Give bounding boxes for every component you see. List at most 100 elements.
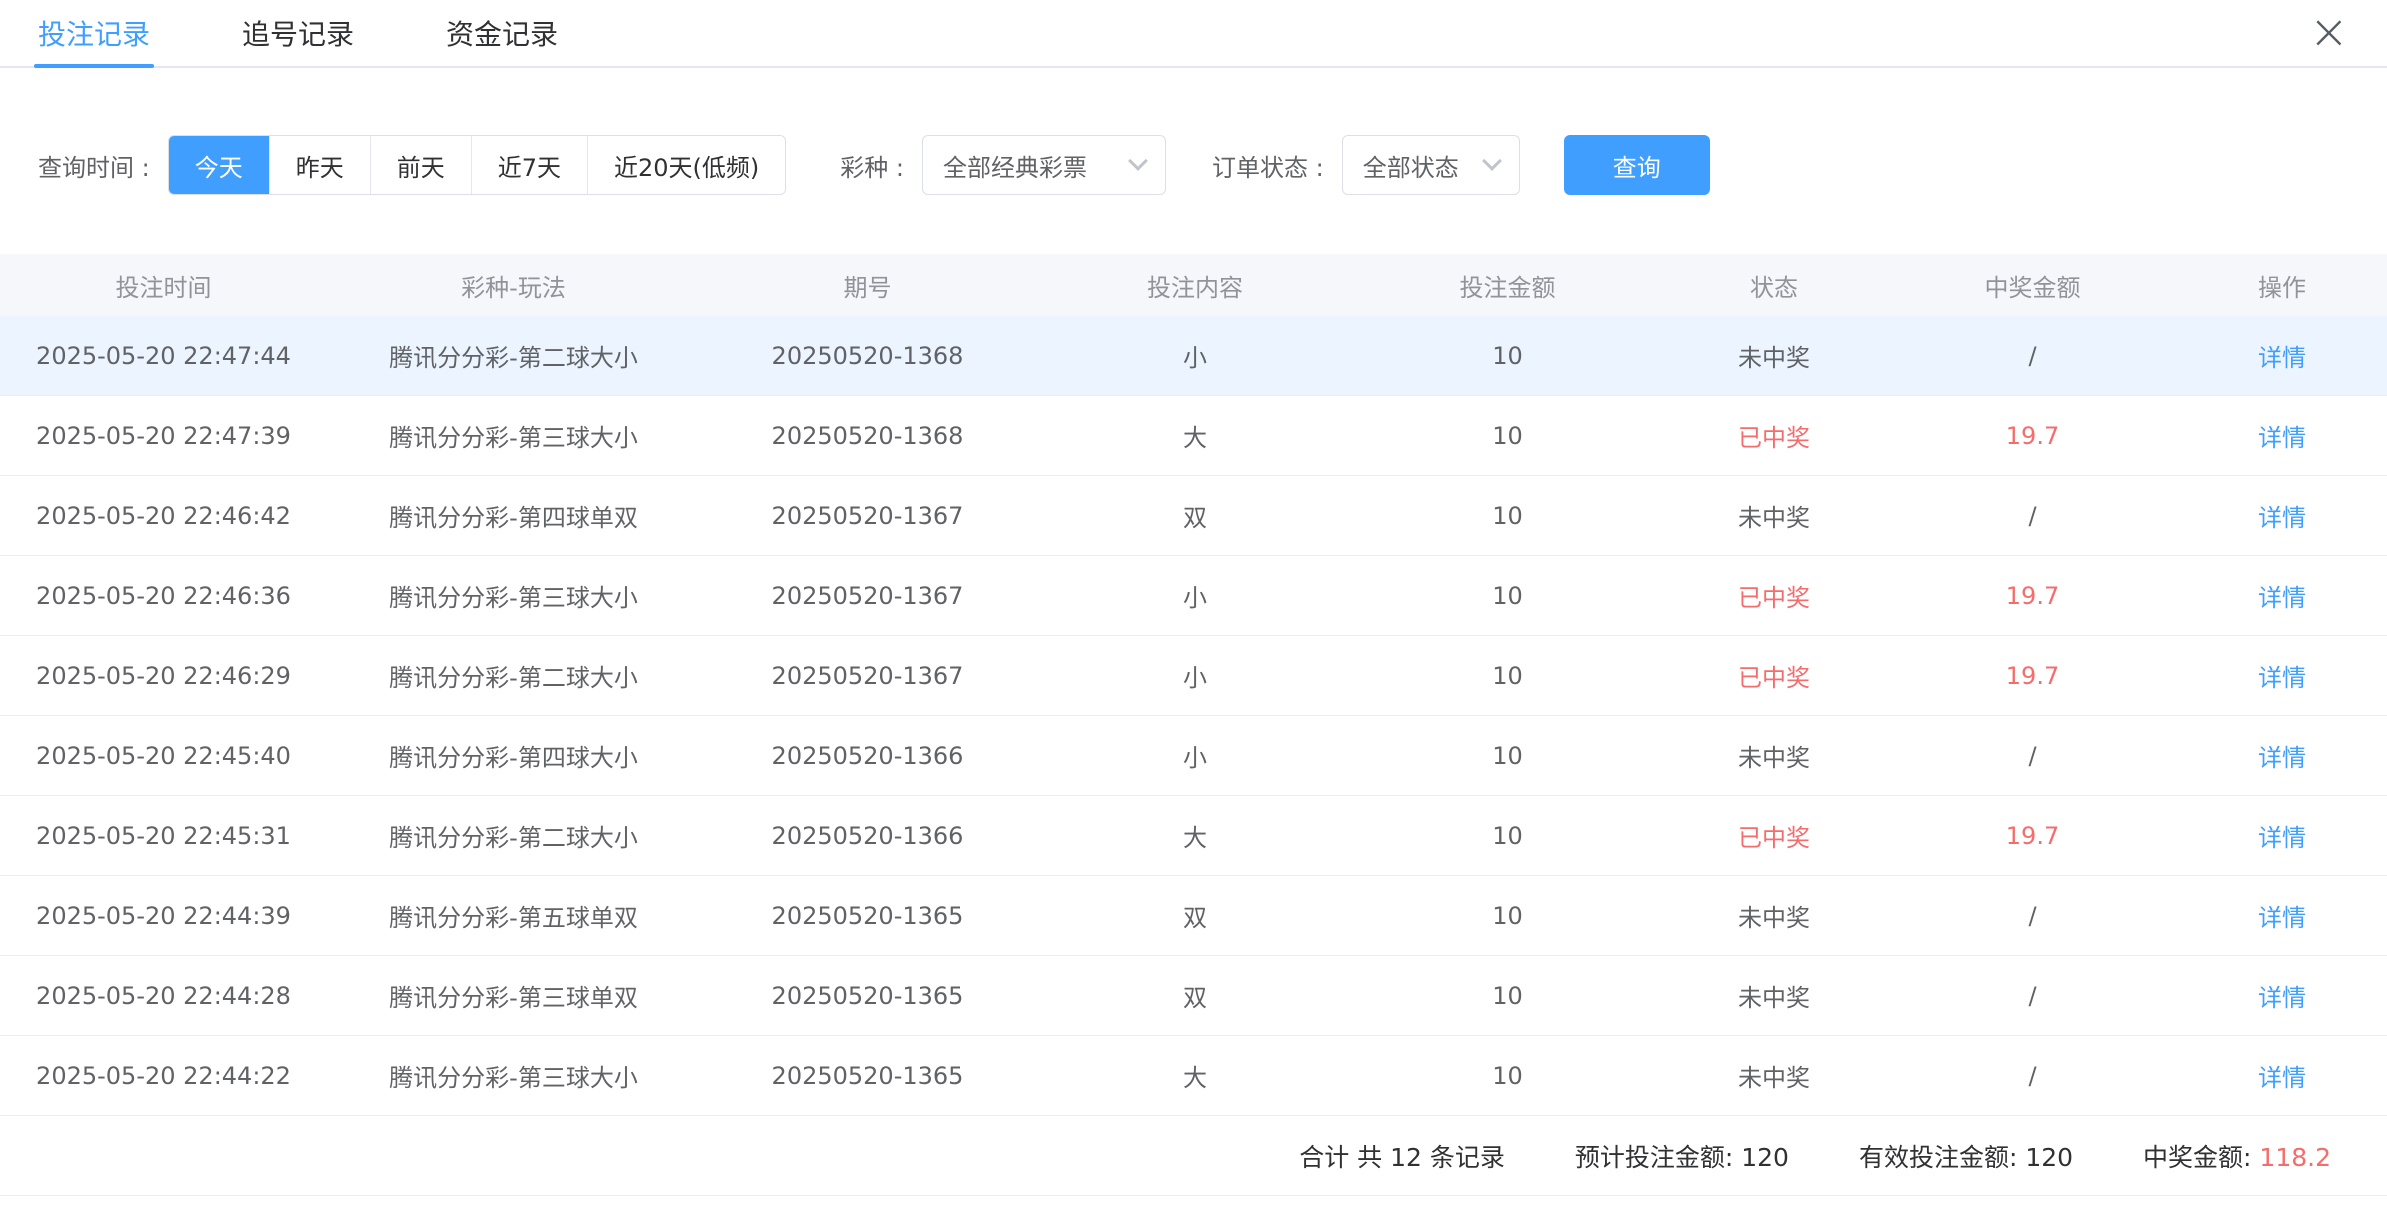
- cell-status: 已中奖: [1660, 578, 1888, 613]
- cell-status: 未中奖: [1660, 898, 1888, 933]
- tabs-bar: 投注记录 追号记录 资金记录 ×: [0, 0, 2387, 68]
- time-filter-group: 今天昨天前天近7天近20天(低频): [168, 135, 787, 195]
- cell-action: 详情: [2177, 738, 2387, 773]
- cell-action: 详情: [2177, 1058, 2387, 1093]
- cell-win-amount: /: [1888, 342, 2177, 370]
- detail-link[interactable]: 详情: [2258, 824, 2306, 852]
- cell-win-amount: 19.7: [1888, 822, 2177, 850]
- cell-status: 未中奖: [1660, 338, 1888, 373]
- cell-play-type: 腾讯分分彩-第三球大小: [327, 578, 700, 613]
- cell-play-type: 腾讯分分彩-第三球大小: [327, 1058, 700, 1093]
- cell-issue: 20250520-1368: [700, 342, 1035, 370]
- cell-bet-amount: 10: [1355, 982, 1660, 1010]
- cell-win-amount: /: [1888, 982, 2177, 1010]
- cell-action: 详情: [2177, 818, 2387, 853]
- tab-chase-records[interactable]: 追号记录: [242, 0, 354, 66]
- lottery-select[interactable]: 全部经典彩票: [922, 135, 1166, 195]
- footer-win-value: 118.2: [2259, 1143, 2331, 1172]
- cell-bet-time: 2025-05-20 22:47:44: [0, 342, 327, 370]
- time-filter-day-before[interactable]: 前天: [370, 136, 471, 194]
- lottery-select-value: 全部经典彩票: [943, 148, 1087, 183]
- cell-bet-time: 2025-05-20 22:46:36: [0, 582, 327, 610]
- search-button[interactable]: 查询: [1564, 135, 1710, 195]
- table-row[interactable]: 2025-05-20 22:44:39腾讯分分彩-第五球单双20250520-1…: [0, 876, 2387, 956]
- detail-link[interactable]: 详情: [2258, 1064, 2306, 1092]
- column-header: 期号: [700, 268, 1035, 303]
- column-header: 投注内容: [1035, 268, 1355, 303]
- table-row[interactable]: 2025-05-20 22:45:31腾讯分分彩-第二球大小20250520-1…: [0, 796, 2387, 876]
- detail-link[interactable]: 详情: [2258, 504, 2306, 532]
- cell-action: 详情: [2177, 578, 2387, 613]
- close-icon[interactable]: ×: [2309, 0, 2349, 64]
- cell-bet-content: 小: [1035, 578, 1355, 613]
- cell-issue: 20250520-1365: [700, 902, 1035, 930]
- cell-issue: 20250520-1366: [700, 822, 1035, 850]
- cell-win-amount: 19.7: [1888, 582, 2177, 610]
- column-header: 状态: [1660, 268, 1888, 303]
- time-filter-yesterday[interactable]: 昨天: [269, 136, 370, 194]
- cell-status: 已中奖: [1660, 818, 1888, 853]
- cell-bet-content: 小: [1035, 738, 1355, 773]
- cell-bet-time: 2025-05-20 22:47:39: [0, 422, 327, 450]
- table-body: 2025-05-20 22:47:44腾讯分分彩-第二球大小20250520-1…: [0, 316, 2387, 1116]
- time-filter-last-20-days[interactable]: 近20天(低频): [587, 136, 785, 194]
- cell-bet-content: 小: [1035, 658, 1355, 693]
- cell-bet-content: 双: [1035, 898, 1355, 933]
- cell-bet-content: 双: [1035, 498, 1355, 533]
- order-status-select[interactable]: 全部状态: [1342, 135, 1520, 195]
- detail-link[interactable]: 详情: [2258, 344, 2306, 372]
- detail-link[interactable]: 详情: [2258, 904, 2306, 932]
- footer-valid-amount: 有效投注金额: 120: [1859, 1138, 2073, 1174]
- tab-bet-records[interactable]: 投注记录: [38, 0, 150, 66]
- cell-action: 详情: [2177, 418, 2387, 453]
- detail-link[interactable]: 详情: [2258, 424, 2306, 452]
- tab-fund-records[interactable]: 资金记录: [446, 0, 558, 66]
- column-header: 投注金额: [1355, 268, 1660, 303]
- cell-play-type: 腾讯分分彩-第四球单双: [327, 498, 700, 533]
- cell-bet-time: 2025-05-20 22:45:40: [0, 742, 327, 770]
- table-row[interactable]: 2025-05-20 22:44:28腾讯分分彩-第三球单双20250520-1…: [0, 956, 2387, 1036]
- table-row[interactable]: 2025-05-20 22:44:22腾讯分分彩-第三球大小20250520-1…: [0, 1036, 2387, 1116]
- lottery-filter-label: 彩种 :: [840, 148, 904, 183]
- cell-bet-amount: 10: [1355, 1062, 1660, 1090]
- table-row[interactable]: 2025-05-20 22:46:36腾讯分分彩-第三球大小20250520-1…: [0, 556, 2387, 636]
- cell-play-type: 腾讯分分彩-第五球单双: [327, 898, 700, 933]
- cell-status: 未中奖: [1660, 738, 1888, 773]
- chevron-down-icon: [1128, 151, 1148, 171]
- time-filter-last-7-days[interactable]: 近7天: [471, 136, 587, 194]
- table-header-row: 投注时间彩种-玩法期号投注内容投注金额状态中奖金额操作: [0, 254, 2387, 316]
- time-filter-today[interactable]: 今天: [169, 136, 269, 194]
- table-row[interactable]: 2025-05-20 22:47:44腾讯分分彩-第二球大小20250520-1…: [0, 316, 2387, 396]
- table-row[interactable]: 2025-05-20 22:46:29腾讯分分彩-第二球大小20250520-1…: [0, 636, 2387, 716]
- cell-bet-content: 小: [1035, 338, 1355, 373]
- cell-bet-amount: 10: [1355, 902, 1660, 930]
- detail-link[interactable]: 详情: [2258, 584, 2306, 612]
- cell-issue: 20250520-1365: [700, 982, 1035, 1010]
- detail-link[interactable]: 详情: [2258, 664, 2306, 692]
- column-header: 投注时间: [0, 268, 327, 303]
- cell-bet-content: 大: [1035, 818, 1355, 853]
- cell-bet-amount: 10: [1355, 502, 1660, 530]
- cell-bet-content: 大: [1035, 1058, 1355, 1093]
- cell-action: 详情: [2177, 338, 2387, 373]
- cell-bet-content: 双: [1035, 978, 1355, 1013]
- order-status-label: 订单状态 :: [1212, 148, 1324, 183]
- cell-bet-time: 2025-05-20 22:44:22: [0, 1062, 327, 1090]
- cell-bet-amount: 10: [1355, 582, 1660, 610]
- cell-win-amount: /: [1888, 742, 2177, 770]
- cell-bet-amount: 10: [1355, 342, 1660, 370]
- cell-bet-time: 2025-05-20 22:44:28: [0, 982, 327, 1010]
- table-row[interactable]: 2025-05-20 22:45:40腾讯分分彩-第四球大小20250520-1…: [0, 716, 2387, 796]
- order-status-value: 全部状态: [1363, 148, 1459, 183]
- cell-issue: 20250520-1367: [700, 662, 1035, 690]
- detail-link[interactable]: 详情: [2258, 984, 2306, 1012]
- cell-status: 未中奖: [1660, 978, 1888, 1013]
- cell-action: 详情: [2177, 658, 2387, 693]
- table-row[interactable]: 2025-05-20 22:46:42腾讯分分彩-第四球单双20250520-1…: [0, 476, 2387, 556]
- cell-status: 已中奖: [1660, 418, 1888, 453]
- detail-link[interactable]: 详情: [2258, 744, 2306, 772]
- cell-bet-amount: 10: [1355, 822, 1660, 850]
- cell-status: 未中奖: [1660, 1058, 1888, 1093]
- table-row[interactable]: 2025-05-20 22:47:39腾讯分分彩-第三球大小20250520-1…: [0, 396, 2387, 476]
- cell-win-amount: /: [1888, 1062, 2177, 1090]
